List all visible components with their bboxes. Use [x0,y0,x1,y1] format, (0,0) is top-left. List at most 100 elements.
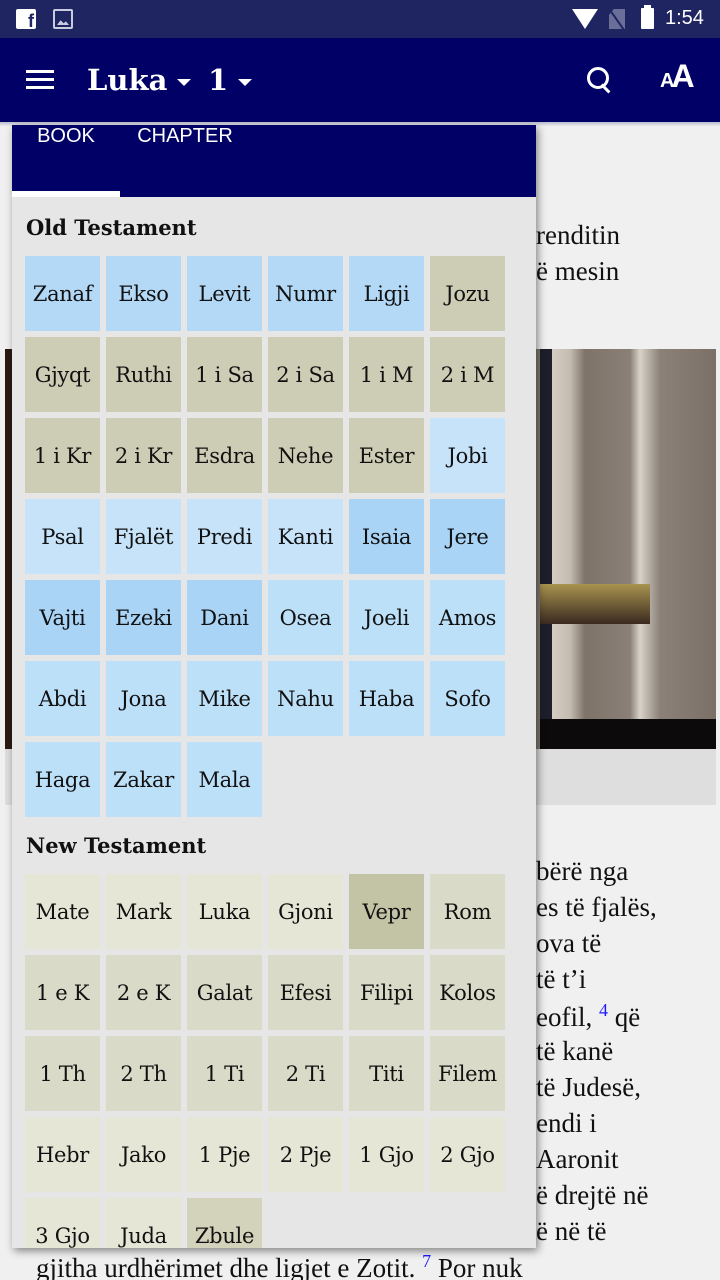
book-cell[interactable]: Haba [349,661,424,736]
font-size-icon: A [660,70,675,92]
book-cell[interactable]: Zakar [106,742,181,817]
book-cell[interactable]: 2 Ti [268,1036,343,1111]
book-cell[interactable]: Juda [106,1198,181,1248]
book-cell[interactable]: Kolos [430,955,505,1030]
book-cell[interactable]: Vajti [25,580,100,655]
book-cell[interactable]: Nehe [268,418,343,493]
book-cell[interactable]: Jona [106,661,181,736]
active-tab-indicator [12,191,120,197]
old-testament-heading: Old Testament [26,215,197,240]
book-cell[interactable]: Ligji [349,256,424,331]
book-cell[interactable]: Mate [25,874,100,949]
book-cell[interactable]: 1 i Kr [25,418,100,493]
book-cell[interactable]: Jobi [430,418,505,493]
book-cell[interactable]: Numr [268,256,343,331]
book-cell[interactable]: Mala [187,742,262,817]
book-cell[interactable]: Mark [106,874,181,949]
book-name: Luka [87,63,168,97]
book-cell[interactable]: Jozu [430,256,505,331]
book-cell[interactable]: Ruthi [106,337,181,412]
facebook-icon [16,9,36,32]
font-size-button[interactable]: AA [660,58,695,98]
book-cell[interactable]: Osea [268,580,343,655]
book-cell[interactable]: Haga [25,742,100,817]
book-cell[interactable]: Sofo [430,661,505,736]
book-cell[interactable]: Rom [430,874,505,949]
verse-text-line: të t’i [536,964,587,994]
caret-down-icon [177,78,192,86]
search-icon[interactable] [585,65,615,95]
book-cell[interactable]: Levit [187,256,262,331]
book-cell[interactable]: Jere [430,499,505,574]
book-cell[interactable]: Joeli [349,580,424,655]
new-testament-heading: New Testament [26,833,207,858]
verse-number[interactable]: 4 [599,1000,608,1020]
book-cell[interactable]: 1 i Sa [187,337,262,412]
verse-text-line: endi i [536,1108,597,1138]
book-cell[interactable]: Predi [187,499,262,574]
tab-chapter[interactable]: CHAPTER [120,125,250,197]
status-bar: 1:54 [0,0,720,38]
book-cell[interactable]: Mike [187,661,262,736]
book-cell[interactable]: Filem [430,1036,505,1111]
book-cell[interactable]: Isaia [349,499,424,574]
tab-book[interactable]: BOOK [12,125,120,197]
book-cell[interactable]: Esdra [187,418,262,493]
verse-text-line: ë në të [536,1216,607,1246]
book-cell[interactable]: Kanti [268,499,343,574]
book-cell[interactable]: Ekso [106,256,181,331]
book-cell[interactable]: Jako [106,1117,181,1192]
book-cell[interactable]: 1 Gjo [349,1117,424,1192]
verse-number[interactable]: 7 [422,1251,431,1271]
book-cell[interactable]: Zanaf [25,256,100,331]
book-cell[interactable]: 2 i Sa [268,337,343,412]
book-cell[interactable]: Psal [25,499,100,574]
book-cell[interactable]: Nahu [268,661,343,736]
book-cell[interactable]: 2 Pje [268,1117,343,1192]
book-cell[interactable]: 2 i M [430,337,505,412]
verse-text-line: es të fjalës, [536,892,657,922]
book-cell[interactable]: Filipi [349,955,424,1030]
book-cell[interactable]: Abdi [25,661,100,736]
book-cell[interactable]: 2 e K [106,955,181,1030]
book-cell[interactable]: 2 Gjo [430,1117,505,1192]
book-cell[interactable]: Ezeki [106,580,181,655]
verse-text-line: gjitha urdhërimet dhe ligjet e Zotit. 7 … [36,1251,523,1280]
book-dropdown[interactable]: Luka [87,60,192,100]
book-cell[interactable]: Ester [349,418,424,493]
book-cell[interactable]: Gjoni [268,874,343,949]
wifi-icon [572,9,598,29]
book-cell[interactable]: Efesi [268,955,343,1030]
book-cell[interactable]: 1 Th [25,1036,100,1111]
book-cell[interactable]: Vepr [349,874,424,949]
book-cell[interactable]: Gjyqt [25,337,100,412]
book-cell[interactable]: 1 e K [25,955,100,1030]
book-cell[interactable]: Fjalët [106,499,181,574]
book-cell[interactable]: 2 i Kr [106,418,181,493]
book-cell[interactable]: Zbule [187,1198,262,1248]
caret-down-icon [238,78,253,86]
book-selector-panel: BOOK CHAPTER Old Testament Zanaf Ekso Levi… [12,125,536,1248]
book-cell[interactable]: Hebr [25,1117,100,1192]
chapter-dropdown[interactable]: 1 [208,60,253,100]
battery-icon [641,5,654,29]
chapter-number: 1 [208,63,229,97]
book-cell[interactable]: 1 Pje [187,1117,262,1192]
hamburger-icon[interactable] [24,68,58,92]
image-icon [53,9,73,29]
book-cell[interactable]: Luka [187,874,262,949]
book-cell[interactable]: 1 Ti [187,1036,262,1111]
book-cell[interactable]: Titi [349,1036,424,1111]
book-cell[interactable]: 2 Th [106,1036,181,1111]
book-cell[interactable]: 1 i M [349,337,424,412]
verse-text-line: të Judesë, [536,1072,641,1102]
verse-text-line: ë mesin [536,256,620,286]
book-cell[interactable]: 3 Gjo [25,1198,100,1248]
book-cell[interactable]: Amos [430,580,505,655]
book-cell[interactable]: Dani [187,580,262,655]
verse-text-line: të kanë [536,1036,614,1066]
no-signal-icon [609,9,625,29]
app-bar: Luka 1 AA [0,38,720,122]
book-cell[interactable]: Galat [187,955,262,1030]
verse-text-line: ova të [536,928,602,958]
